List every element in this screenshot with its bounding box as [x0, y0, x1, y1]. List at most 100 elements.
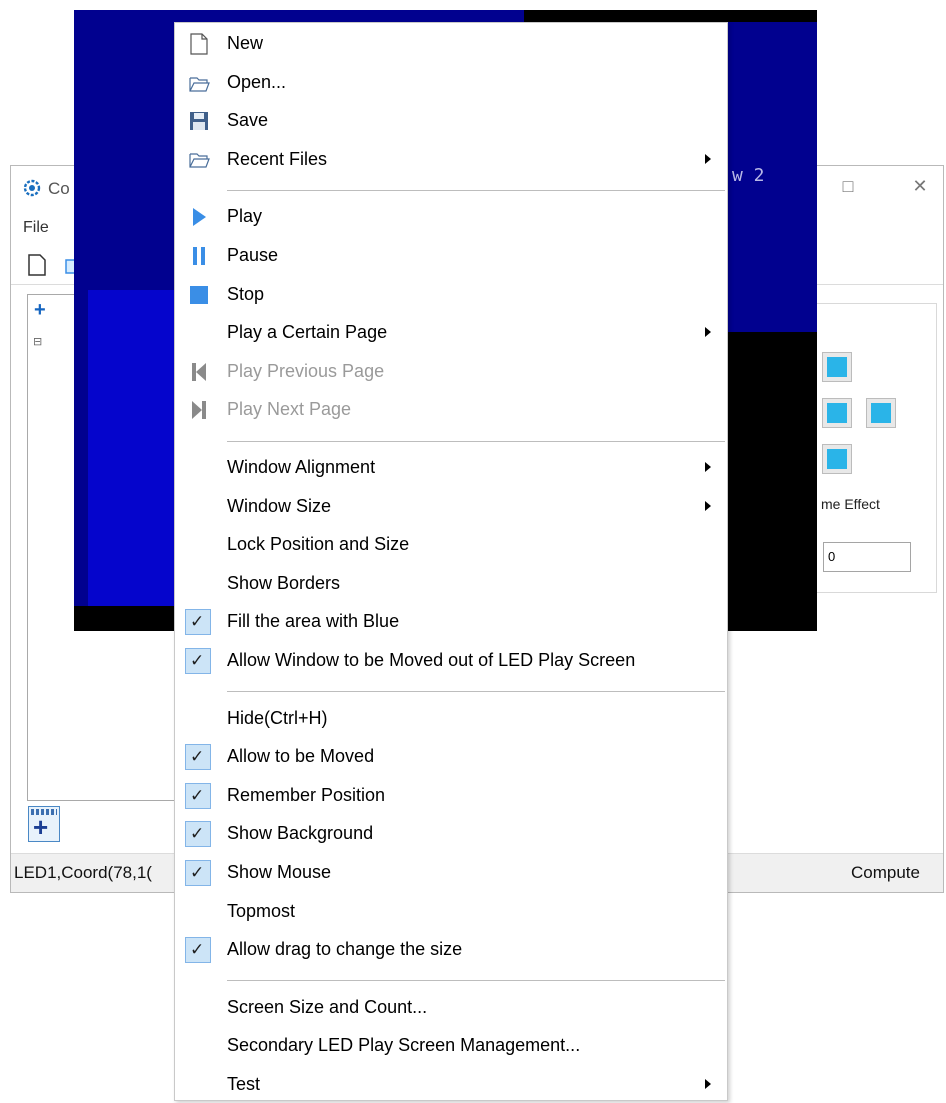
checkmark-icon: ✓	[185, 821, 211, 847]
menu-item-show-borders[interactable]: Show Borders	[175, 566, 727, 602]
submenu-arrow-icon	[705, 327, 711, 337]
menu-item-window-size[interactable]: Window Size	[175, 489, 727, 525]
submenu-arrow-icon	[705, 501, 711, 511]
checkmark-glyph: ✓	[190, 786, 205, 805]
menu-item-fill-the-area-with-blue[interactable]: ✓ Fill the area with Blue	[175, 604, 727, 640]
menu-separator	[227, 691, 725, 692]
menu-item-label: Save	[227, 110, 269, 130]
menu-item-label: Topmost	[227, 901, 296, 921]
menu-file[interactable]: File	[23, 219, 49, 237]
menu-item-label: Window Alignment	[227, 457, 376, 477]
menu-separator	[227, 980, 725, 981]
menu-item-label: Lock Position and Size	[227, 534, 410, 554]
close-button[interactable]: ✕	[905, 176, 935, 197]
align-right-icon[interactable]	[866, 398, 896, 428]
add-page-button[interactable]: +	[28, 806, 60, 842]
checkmark-icon: ✓	[185, 609, 211, 635]
led-window-label: w 2	[732, 165, 765, 186]
tree-expand-icon[interactable]: ⊟	[33, 335, 42, 348]
menu-item-play-next-page[interactable]: Play Next Page	[175, 392, 727, 428]
menu-item-label: Test	[227, 1074, 261, 1094]
previous-page-icon	[188, 361, 210, 383]
checkmark-glyph: ✓	[190, 940, 205, 959]
menu-item-lock-position-and-size[interactable]: Lock Position and Size	[175, 527, 727, 563]
checkmark-icon: ✓	[185, 783, 211, 809]
menu-item-label: Show Mouse	[227, 862, 332, 882]
menu-item-label: Screen Size and Count...	[227, 997, 428, 1017]
menu-item-hide-ctrl-h[interactable]: Hide(Ctrl+H)	[175, 701, 727, 737]
menu-item-test[interactable]: Test	[175, 1067, 727, 1103]
menu-item-label: Play a Certain Page	[227, 322, 388, 342]
new-file-icon	[188, 33, 210, 55]
stop-icon	[188, 284, 210, 306]
menu-item-label: Remember Position	[227, 785, 386, 805]
new-file-icon[interactable]	[27, 254, 47, 276]
menu-item-new[interactable]: New	[175, 26, 727, 62]
submenu-arrow-icon	[705, 462, 711, 472]
menu-item-label: Play Previous Page	[227, 361, 385, 381]
plus-icon: +	[33, 812, 49, 842]
save-disk-icon	[188, 110, 210, 132]
status-right-text: Compute	[851, 863, 920, 882]
menu-item-label: Show Borders	[227, 573, 341, 593]
frame-effect-label: me Effect	[821, 496, 880, 512]
submenu-arrow-icon	[705, 1079, 711, 1089]
pause-icon	[188, 245, 210, 267]
open-folder-icon	[188, 72, 210, 94]
align-top-icon[interactable]	[822, 352, 852, 382]
menu-item-allow-drag-to-change-the-size[interactable]: ✓ Allow drag to change the size	[175, 932, 727, 968]
menu-item-save[interactable]: Save	[175, 103, 727, 139]
align-fill-icon[interactable]	[822, 398, 852, 428]
menu-item-secondary-led-play-screen-management[interactable]: Secondary LED Play Screen Management...	[175, 1028, 727, 1064]
menu-item-label: Pause	[227, 245, 279, 265]
menu-item-stop[interactable]: Stop	[175, 277, 727, 313]
window-title: Co	[48, 179, 70, 198]
led-top-bar	[524, 10, 817, 22]
menu-separator	[227, 190, 725, 191]
gear-icon	[23, 179, 41, 197]
menu-item-label: Fill the area with Blue	[227, 611, 400, 631]
menu-item-topmost[interactable]: Topmost	[175, 894, 727, 930]
menu-item-window-alignment[interactable]: Window Alignment	[175, 450, 727, 486]
menu-item-pause[interactable]: Pause	[175, 238, 727, 274]
checkmark-icon: ✓	[185, 860, 211, 886]
led-highlight-area	[88, 290, 178, 606]
menu-item-label: Open...	[227, 72, 287, 92]
frame-effect-input[interactable]: 0	[823, 542, 911, 572]
menu-item-label: Secondary LED Play Screen Management...	[227, 1035, 581, 1055]
checkmark-glyph: ✓	[190, 824, 205, 843]
context-menu: New Open... Save Recent Files Play Pause Stop P…	[174, 22, 728, 1101]
checkmark-glyph: ✓	[190, 747, 205, 766]
checkmark-glyph: ✓	[190, 651, 205, 670]
maximize-button[interactable]: □	[833, 176, 863, 197]
menu-item-play-a-certain-page[interactable]: Play a Certain Page	[175, 315, 727, 351]
checkmark-glyph: ✓	[190, 863, 205, 882]
menu-item-open[interactable]: Open...	[175, 65, 727, 101]
checkmark-icon: ✓	[185, 744, 211, 770]
menu-item-allow-window-to-be-moved-out-of-led-play-screen[interactable]: ✓ Allow Window to be Moved out of LED Pla…	[175, 643, 727, 679]
menu-item-label: Play	[227, 206, 263, 226]
menu-item-play-previous-page[interactable]: Play Previous Page	[175, 354, 727, 390]
menu-item-show-mouse[interactable]: ✓ Show Mouse	[175, 855, 727, 891]
submenu-arrow-icon	[705, 154, 711, 164]
menu-item-show-background[interactable]: ✓ Show Background	[175, 816, 727, 852]
status-coordinates: LED1,Coord(78,1(	[14, 863, 152, 882]
recent-folder-icon	[188, 149, 210, 171]
menu-item-label: Recent Files	[227, 149, 328, 169]
menu-item-allow-to-be-moved[interactable]: ✓ Allow to be Moved	[175, 739, 727, 775]
menu-item-screen-size-and-count[interactable]: Screen Size and Count...	[175, 990, 727, 1026]
add-node-icon[interactable]: +	[34, 300, 46, 320]
menu-item-label: Allow drag to change the size	[227, 939, 463, 959]
menu-item-remember-position[interactable]: ✓ Remember Position	[175, 778, 727, 814]
align-bottom-icon[interactable]	[822, 444, 852, 474]
menu-item-label: Hide(Ctrl+H)	[227, 708, 328, 728]
menu-item-label: Window Size	[227, 496, 332, 516]
menu-item-recent-files[interactable]: Recent Files	[175, 142, 727, 178]
checkmark-icon: ✓	[185, 648, 211, 674]
menu-item-label: Allow Window to be Moved out of LED Play…	[227, 650, 636, 670]
menu-item-play[interactable]: Play	[175, 199, 727, 235]
menu-separator	[227, 441, 725, 442]
menu-item-label: Stop	[227, 284, 265, 304]
menu-item-label: Show Background	[227, 823, 374, 843]
menu-item-label: Allow to be Moved	[227, 746, 375, 766]
